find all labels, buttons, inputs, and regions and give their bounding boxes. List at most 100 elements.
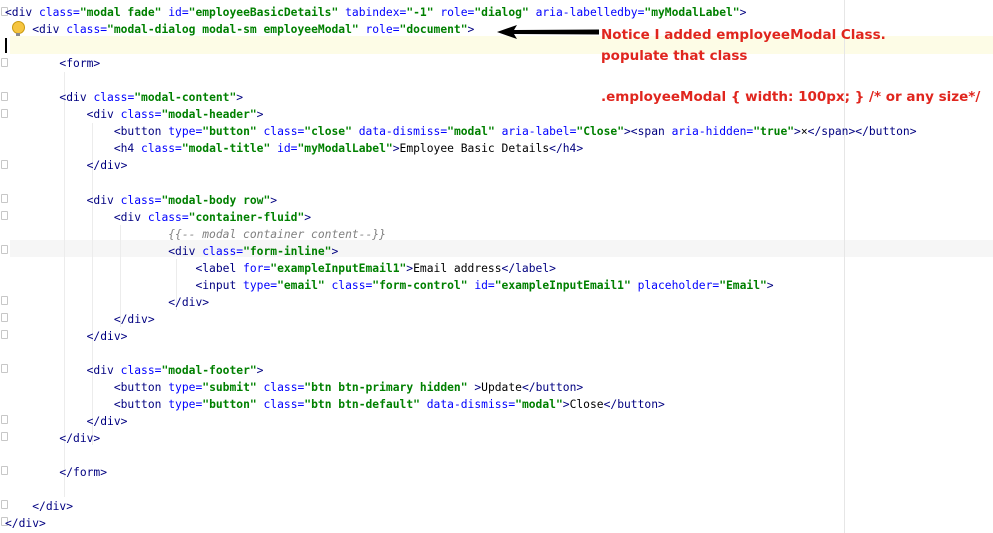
code-token: </div> (32, 500, 74, 514)
code-line[interactable]: </div> (5, 294, 917, 311)
code-token: <label (195, 261, 244, 275)
code-token: "myModalLabel" (297, 142, 393, 156)
code-line[interactable]: </div> (5, 430, 917, 447)
code-line[interactable]: </div> (5, 311, 917, 328)
code-token: class= (263, 125, 305, 139)
code-token: </div> (168, 295, 210, 309)
code-token: class= (120, 108, 162, 122)
code-line[interactable]: <div class="modal-footer"> (5, 362, 917, 379)
code-line[interactable]: <div class="modal-body row"> (5, 192, 917, 209)
code-token: </span></button> (807, 125, 917, 139)
code-token: > (331, 244, 339, 258)
code-line[interactable]: <h4 class="modal-title" id="myModalLabel… (5, 140, 917, 157)
code-line[interactable]: <button type="button" class="close" data… (5, 123, 917, 140)
code-token: class= (202, 244, 244, 258)
code-line[interactable]: <div class="modal fade" id="employeeBasi… (5, 4, 917, 21)
code-token: "btn btn-primary hidden" (304, 381, 475, 395)
code-token: > (256, 108, 264, 122)
code-token: placeholder= (637, 278, 720, 292)
code-line[interactable] (5, 72, 917, 89)
code-token: <div (168, 244, 203, 258)
code-token: "button" (202, 398, 264, 412)
code-token: </button> (521, 381, 584, 395)
code-token: "form-inline" (243, 244, 332, 258)
code-token: "container-fluid" (188, 210, 305, 224)
code-line[interactable] (5, 481, 917, 498)
code-token: <div (113, 210, 148, 224)
code-token: tabindex= (345, 6, 407, 19)
code-token: > (236, 91, 244, 105)
code-token: "Close" (576, 125, 624, 139)
code-line[interactable] (5, 345, 917, 362)
code-token: </div> (86, 329, 128, 343)
code-line[interactable] (5, 174, 917, 191)
code-token: > (392, 142, 400, 156)
code-line[interactable]: </div> (5, 157, 917, 174)
code-editor[interactable]: <div class= "modal fade" id= "employeeBasi… (0, 0, 993, 533)
code-line[interactable] (5, 447, 917, 464)
code-token: aria-label= (501, 125, 577, 139)
code-line[interactable]: </form> (5, 464, 917, 481)
code-token: <input (195, 278, 244, 292)
code-text[interactable]: <div class= "modal fade" id= "employeeBasi… (5, 4, 917, 532)
code-line[interactable]: <input type="email" class="form-control"… (5, 277, 917, 294)
code-line[interactable]: </div> (5, 328, 917, 345)
code-token: class= (147, 210, 189, 224)
code-token: > (304, 210, 312, 224)
code-token: "employeeBasicDetails" (188, 6, 346, 19)
code-token: "modal-header" (161, 108, 257, 122)
code-token: id= (277, 142, 298, 156)
code-token: class= (120, 193, 162, 207)
code-token: > (256, 363, 264, 377)
code-line[interactable]: <form> (5, 55, 917, 72)
code-token: <form> (59, 57, 101, 71)
code-line[interactable]: <div class="modal-header"> (5, 106, 917, 123)
code-token: ><span (624, 125, 672, 139)
code-line[interactable]: {{-- modal container content--}} (5, 226, 917, 243)
code-token: <div (86, 108, 121, 122)
code-line[interactable]: </div> (5, 515, 917, 532)
code-token: "true" (753, 125, 795, 139)
code-token: data-dismiss= (358, 125, 448, 139)
code-token: > (794, 125, 801, 139)
code-line[interactable]: <label for="exampleInputEmail1">Email ad… (5, 260, 917, 277)
code-token: </h4> (549, 142, 584, 156)
code-token: <div (86, 363, 121, 377)
code-line[interactable]: <button type="button" class="btn btn-def… (5, 396, 917, 413)
code-token: > (467, 23, 475, 37)
code-token: role= (440, 6, 475, 19)
code-line[interactable]: </div> (5, 498, 917, 515)
code-token: "myModalLabel" (644, 6, 740, 19)
code-token: </div> (5, 517, 46, 531)
annotation-note-1: Notice I added employeeModal Class. (601, 27, 886, 43)
code-token: "modal fade" (79, 6, 169, 19)
code-line[interactable]: <button type="submit" class="btn btn-pri… (5, 379, 917, 396)
code-token: "modal-content" (134, 91, 237, 105)
code-token: <div (86, 193, 121, 207)
code-token: type= (168, 125, 203, 139)
annotation-note-2: populate that class (601, 48, 748, 64)
code-token: type= (168, 398, 203, 412)
code-line[interactable]: </div> (5, 413, 917, 430)
code-token: > (562, 398, 570, 412)
code-line[interactable]: <div class="container-fluid"> (5, 209, 917, 226)
code-line[interactable]: <div class="form-inline"> (5, 243, 917, 260)
code-token: Close (569, 398, 604, 412)
code-token: > (766, 278, 774, 292)
code-token: "close" (304, 125, 359, 139)
code-token: role= (365, 23, 400, 37)
